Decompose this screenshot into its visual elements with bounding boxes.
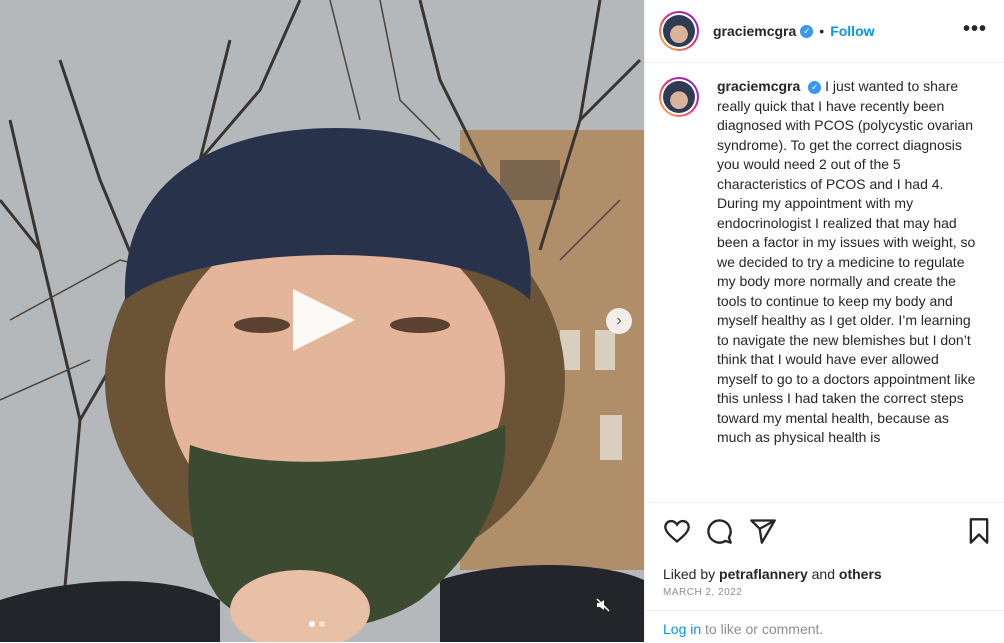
bookmark-icon[interactable]: [965, 517, 993, 545]
avatar[interactable]: [659, 11, 699, 51]
caption-text: I just wanted to share really quick that…: [717, 78, 976, 445]
post-side-panel: graciemcgra ✓ • Follow ••• graciemcgra ✓…: [644, 0, 1004, 642]
follow-button[interactable]: Follow: [830, 23, 874, 39]
liked-by-others-link[interactable]: others: [839, 566, 882, 582]
login-bar: Log in to like or comment.: [645, 610, 1004, 643]
post-header: graciemcgra ✓ • Follow •••: [645, 0, 1004, 63]
carousel-dot: [309, 621, 315, 627]
liked-by-and: and: [811, 566, 835, 582]
caption: graciemcgra ✓ I just wanted to share rea…: [717, 77, 979, 448]
login-link[interactable]: Log in: [663, 621, 701, 637]
post-media[interactable]: ›: [0, 0, 644, 642]
username-link[interactable]: graciemcgra: [713, 23, 796, 39]
heart-icon[interactable]: [663, 517, 691, 545]
action-bar: [645, 502, 1004, 565]
comment-icon[interactable]: [705, 517, 733, 545]
liked-by-label: Liked by: [663, 566, 716, 582]
post-date[interactable]: MARCH 2, 2022: [663, 587, 742, 598]
speaker-muted-icon[interactable]: [596, 598, 624, 626]
liked-by-user-link[interactable]: petraflannery: [719, 566, 808, 582]
carousel-dots: [309, 621, 325, 627]
carousel-dot: [319, 621, 325, 627]
chevron-right-icon[interactable]: ›: [606, 308, 632, 334]
play-icon[interactable]: [289, 285, 359, 355]
more-options-icon[interactable]: •••: [963, 18, 987, 41]
avatar[interactable]: [659, 77, 699, 117]
likes-summary: Liked by petraflannery and others: [663, 566, 882, 582]
separator: •: [819, 23, 825, 39]
paper-plane-icon[interactable]: [749, 517, 777, 545]
caption-area: graciemcgra ✓ I just wanted to share rea…: [645, 63, 1004, 503]
login-suffix: to like or comment.: [701, 621, 824, 637]
caption-username[interactable]: graciemcgra: [717, 78, 800, 94]
verified-badge-icon: ✓: [808, 81, 822, 94]
verified-badge-icon: ✓: [800, 24, 814, 38]
